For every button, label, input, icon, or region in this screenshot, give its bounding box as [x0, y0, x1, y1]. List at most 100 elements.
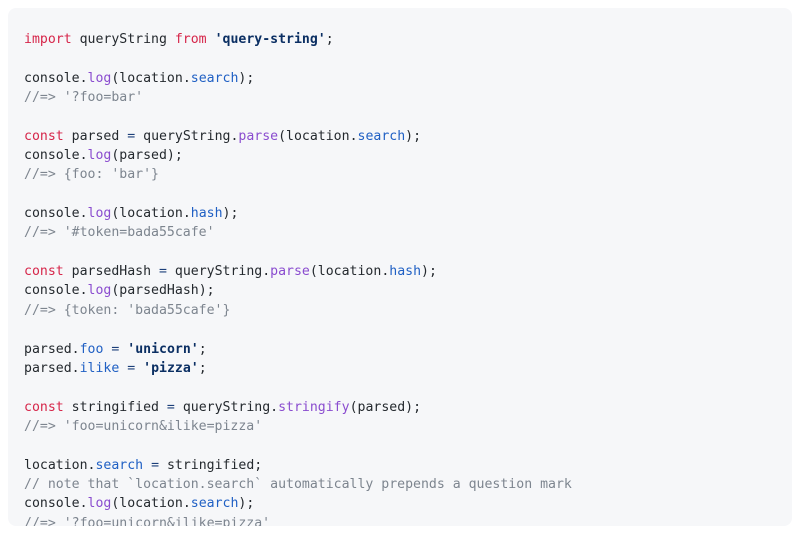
- code-line: //=> {foo: 'bar'}: [24, 165, 776, 184]
- code-token-prop: ilike: [79, 360, 120, 376]
- code-token-punc: );: [405, 128, 422, 144]
- code-token-op: =: [127, 360, 136, 376]
- code-token-punc: ;: [198, 360, 207, 376]
- code-token-str: 'unicorn': [127, 341, 199, 357]
- code-token-plain: parsedHash: [63, 264, 159, 280]
- code-token-plain: stringified: [63, 399, 167, 415]
- code-token-com: //=> '?foo=unicorn&ilike=pizza': [24, 515, 271, 526]
- code-token-prop: hash: [389, 264, 422, 280]
- code-token-plain: (location.: [278, 128, 358, 144]
- code-line: console.log(location.search);: [24, 494, 776, 513]
- code-token-plain: (parsed);: [111, 148, 183, 164]
- page-root: import queryString from 'query-string'; …: [0, 0, 800, 534]
- code-line: console.log(parsedHash);: [24, 281, 776, 300]
- code-line: console.log(parsed);: [24, 146, 776, 165]
- code-token-prop: foo: [79, 341, 104, 357]
- code-listing[interactable]: import queryString from 'query-string'; …: [24, 30, 776, 526]
- code-token-op: =: [151, 457, 160, 473]
- code-token-prop: search: [190, 70, 239, 86]
- code-token-plain: stringified;: [159, 457, 263, 473]
- code-token-com: // note that `location.search` automatic…: [24, 476, 572, 492]
- code-token-punc: ;: [325, 32, 334, 47]
- code-token-op: =: [166, 399, 175, 415]
- code-token-plain: console.: [24, 283, 88, 299]
- code-line: // note that `location.search` automatic…: [24, 475, 776, 494]
- code-token-plain: (location.: [309, 264, 390, 280]
- code-line: //=> '?foo=bar': [24, 88, 776, 107]
- code-token-punc: ;: [198, 341, 207, 357]
- code-token-com: //=> '?foo=bar': [24, 90, 144, 106]
- code-token-kw: const: [24, 128, 64, 144]
- code-line: import queryString from 'query-string';: [24, 30, 776, 49]
- code-token-kw: from: [174, 32, 207, 47]
- code-line: //=> {token: 'bada55cafe'}: [24, 301, 776, 320]
- code-token-plain: (location.: [111, 206, 191, 222]
- code-token-op: =: [158, 264, 167, 280]
- code-token-plain: console.: [24, 70, 88, 86]
- code-token-plain: parsed: [63, 128, 128, 144]
- code-token-plain: (parsed);: [349, 399, 422, 415]
- code-token-com: //=> '#token=bada55cafe': [24, 225, 215, 241]
- code-token-punc: );: [238, 70, 255, 86]
- code-line: location.search = stringified;: [24, 456, 776, 475]
- code-token-plain: parsed.: [24, 360, 80, 376]
- code-token-plain: parsed.: [24, 341, 80, 357]
- code-token-prop: search: [190, 496, 239, 512]
- code-token-op: =: [127, 128, 136, 144]
- code-token-prop: search: [357, 128, 406, 144]
- code-token-com: //=> 'foo=unicorn&ilike=pizza': [24, 418, 263, 434]
- code-token-kw: const: [24, 264, 64, 280]
- code-token-prop: hash: [190, 206, 223, 222]
- code-token-plain: (location.: [111, 70, 191, 86]
- code-line: parsed.ilike = 'pizza';: [24, 359, 776, 378]
- code-line: //=> '#token=bada55cafe': [24, 223, 776, 242]
- code-token-punc: );: [421, 264, 437, 280]
- code-token-plain: queryString.: [174, 399, 279, 415]
- code-line: //=> 'foo=unicorn&ilike=pizza': [24, 417, 776, 436]
- code-token-plain: location.: [24, 457, 96, 473]
- code-token-fn: parse: [238, 128, 279, 144]
- code-token-plain: queryString.: [135, 128, 239, 144]
- code-token-plain: console.: [24, 148, 88, 164]
- code-line: console.log(location.hash);: [24, 204, 776, 223]
- code-token-fn: stringify: [278, 399, 350, 415]
- code-line: const parsedHash = queryString.parse(loc…: [24, 262, 776, 281]
- code-token-plain: (parsedHash);: [111, 283, 215, 299]
- code-line: const stringified = queryString.stringif…: [24, 398, 776, 417]
- code-token-prop: search: [95, 457, 144, 473]
- code-line: console.log(location.search);: [24, 69, 776, 88]
- code-token-com: //=> {token: 'bada55cafe'}: [24, 302, 231, 318]
- code-token-plain: console.: [24, 496, 88, 512]
- code-token-kw: const: [24, 399, 64, 415]
- code-line: const parsed = queryString.parse(locatio…: [24, 127, 776, 146]
- code-line: //=> '?foo=unicorn&ilike=pizza': [24, 514, 776, 526]
- code-token-fn: log: [87, 70, 112, 86]
- code-token-str: 'pizza': [143, 360, 199, 376]
- code-token-com: //=> {foo: 'bar'}: [24, 167, 159, 183]
- code-token-plain: console.: [24, 206, 88, 222]
- code-token-fn: log: [87, 148, 112, 164]
- code-token-fn: log: [87, 283, 112, 299]
- code-token-punc: );: [238, 496, 255, 512]
- code-token-plain: queryString: [71, 32, 175, 47]
- code-token-kw: import: [24, 32, 72, 47]
- code-token-fn: log: [87, 206, 112, 222]
- code-token-fn: parse: [270, 264, 310, 280]
- code-token-str: 'query-string': [214, 32, 326, 47]
- code-token-punc: );: [222, 206, 239, 222]
- code-token-fn: log: [87, 496, 112, 512]
- code-token-plain: queryString.: [166, 264, 271, 280]
- code-line: parsed.foo = 'unicorn';: [24, 340, 776, 359]
- code-block-panel: import queryString from 'query-string'; …: [8, 8, 792, 526]
- code-token-plain: (location.: [111, 496, 191, 512]
